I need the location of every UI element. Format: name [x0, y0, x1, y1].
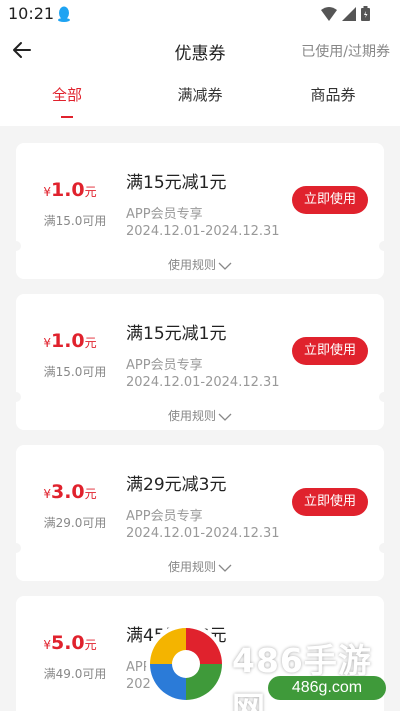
- status-time: 10:21: [8, 4, 55, 23]
- qq-notification-icon: [58, 6, 70, 22]
- coupon-info: APP会员专享 2024.12.01-2024.12.31: [126, 357, 280, 391]
- coupon-info: APP会员专享 2024.12.01-2024.12.31: [126, 206, 280, 240]
- site-watermark: 486手游网 486g.com: [140, 620, 400, 711]
- signal-icon: [342, 6, 356, 21]
- coupon-period: 2024.12.01-2024.12.31: [126, 526, 280, 541]
- coupon-title: 满15元减1元: [126, 173, 227, 193]
- card-notch: [379, 392, 384, 402]
- coupon-amount: ¥5.0元: [43, 632, 97, 654]
- tab-indicator: [61, 116, 73, 118]
- usage-rules-toggle[interactable]: 使用规则: [16, 256, 384, 273]
- use-now-button[interactable]: 立即使用: [292, 186, 368, 214]
- coupon-amount: ¥1.0元: [43, 179, 97, 201]
- chevron-down-icon: [218, 413, 232, 421]
- coupon-minimum: 满49.0可用: [43, 667, 107, 681]
- card-notch: [379, 241, 384, 251]
- coupon-title: 满29元减3元: [126, 475, 227, 495]
- coupon-amount: ¥3.0元: [43, 481, 97, 503]
- coupon-minimum: 满15.0可用: [43, 365, 107, 379]
- coupon-title: 满15元减1元: [126, 324, 227, 344]
- coupon-period: 2024.12.01-2024.12.31: [126, 224, 280, 239]
- coupon-tag: APP会员专享: [126, 358, 203, 373]
- status-bar: 10:21: [0, 0, 400, 30]
- battery-icon: [361, 6, 370, 21]
- coupon-card: ¥1.0元 满15.0可用 满15元减1元 APP会员专享 2024.12.01-…: [16, 294, 384, 430]
- coupon-info: APP会员专享 2024.12.01-2024.12.31: [126, 508, 280, 542]
- card-notch: [16, 392, 21, 402]
- card-notch: [379, 543, 384, 553]
- coupon-period: 2024.12.01-2024.12.31: [126, 375, 280, 390]
- chevron-down-icon: [218, 564, 232, 572]
- coupon-tag: APP会员专享: [126, 509, 203, 524]
- tab-discount[interactable]: 满减券: [150, 84, 250, 105]
- usage-rules-toggle[interactable]: 使用规则: [16, 407, 384, 424]
- use-now-button[interactable]: 立即使用: [292, 488, 368, 516]
- nav-bar: 优惠券 已使用/过期券: [0, 30, 400, 74]
- coupon-tabs: 全部 满减券 商品券: [0, 78, 400, 126]
- status-icons: [321, 6, 370, 21]
- coupon-minimum: 满29.0可用: [43, 516, 107, 530]
- top-area: 10:21 优惠券 已使用/过期券 全部 满减券 商品券: [0, 0, 400, 126]
- wifi-icon: [321, 6, 337, 21]
- card-notch: [16, 543, 21, 553]
- coupon-tag: APP会员专享: [126, 207, 203, 222]
- usage-rules-toggle[interactable]: 使用规则: [16, 558, 384, 575]
- watermark-url: 486g.com: [268, 676, 386, 700]
- coupon-minimum: 满15.0可用: [43, 214, 107, 228]
- card-notch: [16, 241, 21, 251]
- chevron-down-icon: [218, 262, 232, 270]
- use-now-button[interactable]: 立即使用: [292, 337, 368, 365]
- tab-all[interactable]: 全部: [17, 84, 117, 105]
- watermark-logo-icon: [146, 624, 226, 704]
- coupon-card: ¥1.0元 满15.0可用 满15元减1元 APP会员专享 2024.12.01-…: [16, 143, 384, 279]
- coupon-amount: ¥1.0元: [43, 330, 97, 352]
- used-expired-link[interactable]: 已使用/过期券: [301, 41, 390, 61]
- coupon-card: ¥3.0元 满29.0可用 满29元减3元 APP会员专享 2024.12.01-…: [16, 445, 384, 581]
- tab-product[interactable]: 商品券: [283, 84, 383, 105]
